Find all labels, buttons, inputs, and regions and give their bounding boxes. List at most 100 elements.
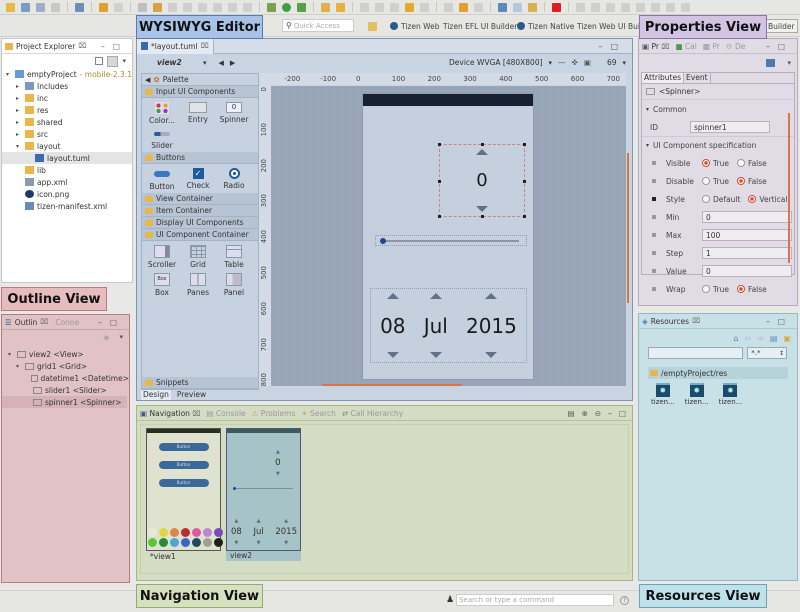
palette-group-display[interactable]: Display UI Components <box>142 217 258 229</box>
nav-thumb-view1[interactable]: Button Button Button <box>146 428 223 551</box>
tree-item[interactable]: ▸ Includes <box>2 80 132 92</box>
palette-group-buttons[interactable]: Buttons <box>142 152 258 164</box>
align-right-icon[interactable] <box>606 2 615 12</box>
collapsed-icon[interactable]: ▸ <box>16 119 22 126</box>
align-center-icon[interactable] <box>591 2 600 12</box>
resume-icon[interactable] <box>213 2 222 12</box>
editor-tab-layout[interactable]: *layout.tuml ⌧ <box>137 38 214 54</box>
resource-file[interactable]: ✸ tizen... <box>719 383 742 406</box>
device-selector[interactable]: Device WVGA [480X800] <box>449 58 543 67</box>
command-input[interactable]: Search or type a command <box>456 594 615 606</box>
palette-header[interactable]: ◀ ✿ Palette <box>142 74 258 86</box>
minimize-maximize-icons[interactable]: –□ <box>101 42 128 51</box>
perspective-builder-active[interactable]: Builder <box>765 19 798 33</box>
year-up-icon[interactable] <box>485 293 498 299</box>
perspective-tizen-web[interactable]: Tizen Web <box>390 19 439 33</box>
run-icon[interactable] <box>282 2 291 12</box>
palette-item-radio[interactable]: Radio <box>216 168 252 191</box>
min-field[interactable]: 0 <box>702 211 792 223</box>
minimize-maximize-icons[interactable]: –□ <box>766 317 793 326</box>
fit-icon[interactable]: ▣ <box>584 58 591 67</box>
help-icon[interactable]: ? <box>620 595 630 605</box>
palette-item-entry[interactable]: Entry <box>180 102 216 125</box>
filter-icon[interactable]: ◆ <box>103 333 109 342</box>
style-radio-default[interactable]: Default <box>702 195 740 204</box>
undo2-icon[interactable] <box>459 2 468 12</box>
copy-icon[interactable] <box>444 2 453 12</box>
wrap-radio-true[interactable]: True <box>702 285 729 294</box>
view-selector[interactable]: view2 <box>157 58 197 67</box>
tab-problems[interactable]: ⚠ Problems <box>252 409 296 418</box>
section-ui-spec[interactable]: ▾ UI Component specification <box>642 136 794 154</box>
debug-icon[interactable] <box>153 2 162 12</box>
month-down-icon[interactable] <box>429 352 442 358</box>
perspective-tizen-web-ui[interactable]: Tizen Web UI Builder <box>577 19 641 33</box>
minimize-maximize-icons[interactable]: –□ <box>98 318 125 327</box>
outline-item[interactable]: datetime1 <Datetime> <box>2 372 129 384</box>
palette-item-check[interactable]: ✓ Check <box>180 168 216 191</box>
palette-item-scroller[interactable]: Scroller <box>144 245 180 269</box>
max-field[interactable]: 100 <box>702 229 792 241</box>
align-middle-icon[interactable] <box>636 2 645 12</box>
close-icon[interactable]: ⌧ <box>201 42 209 50</box>
canvas-hscrollbar[interactable] <box>322 384 462 386</box>
palette-item-spinner[interactable]: 0 Spinner <box>216 102 252 125</box>
paste-icon[interactable] <box>528 2 537 12</box>
copy2-icon[interactable] <box>513 2 522 12</box>
datetime-month[interactable]: Jul <box>424 289 448 362</box>
prev-view-icon[interactable]: ◀ <box>219 59 224 67</box>
zoom-dropdown-icon[interactable]: ▾ <box>622 59 626 67</box>
align-bottom-icon[interactable] <box>651 2 660 12</box>
properties-scrollbar[interactable] <box>788 113 790 263</box>
disable-radio-false[interactable]: False <box>736 177 767 186</box>
tab-event[interactable]: Event <box>684 73 711 83</box>
year-down-icon[interactable] <box>485 352 498 358</box>
delete-icon[interactable] <box>552 2 561 12</box>
step-field[interactable]: 1 <box>702 247 792 259</box>
forward-icon[interactable]: ⇨ <box>757 334 764 343</box>
view-menu-icon[interactable]: ▾ <box>122 57 126 65</box>
tab-preview[interactable]: Preview <box>177 390 206 400</box>
terminate-icon[interactable] <box>243 2 252 12</box>
canvas-scrollbar[interactable] <box>626 73 631 386</box>
redo-icon[interactable] <box>114 2 123 12</box>
visible-radio-false[interactable]: False <box>736 159 767 168</box>
run-config-icon[interactable] <box>297 2 306 12</box>
spinner-down-icon[interactable] <box>476 206 488 212</box>
tab-console[interactable]: ▤ Console <box>206 409 245 418</box>
quick-access-input[interactable]: ⚲ Quick Access <box>282 19 354 32</box>
settings-icon[interactable] <box>267 2 276 12</box>
expanded-icon[interactable]: ▾ <box>16 363 22 370</box>
tree-item[interactable]: app.xml <box>2 176 132 188</box>
tree-item[interactable]: ▸ res <box>2 104 132 116</box>
palette-item-table[interactable]: Table <box>216 245 252 269</box>
collapsed-icon[interactable]: ▸ <box>16 95 22 102</box>
minimize-maximize-icons[interactable]: –□ <box>598 42 626 51</box>
collapse-palette-icon[interactable]: ◀ <box>145 76 150 84</box>
nav-up-icon[interactable] <box>375 2 384 12</box>
build-icon[interactable] <box>75 2 84 12</box>
expanded-icon[interactable]: ▾ <box>8 351 14 358</box>
spinner-up-icon[interactable] <box>476 149 488 155</box>
minimize-maximize-icons[interactable]: –□ <box>766 42 793 51</box>
tab-connections[interactable]: Conne <box>55 318 79 327</box>
open-folder-icon[interactable]: ▣ <box>783 334 791 343</box>
datetime-widget[interactable]: 08 Jul 2015 <box>370 288 527 363</box>
spinner-widget[interactable]: 0 <box>438 143 526 218</box>
slider-thumb[interactable] <box>380 238 386 244</box>
minimize-icon[interactable]: – <box>608 409 612 418</box>
palette-group-ui-container[interactable]: UI Component Container <box>142 229 258 241</box>
tree-item[interactable]: ▾ layout <box>2 140 132 152</box>
back-icon[interactable] <box>390 2 399 12</box>
center-icon[interactable]: ✜ <box>572 58 578 67</box>
close-icon[interactable]: ⌧ <box>692 317 700 325</box>
close-icon[interactable]: ⌧ <box>78 42 86 50</box>
palette-group-item-container[interactable]: Item Container <box>142 205 258 217</box>
redo2-icon[interactable] <box>474 2 483 12</box>
tree-item[interactable]: layout.tuml <box>2 152 132 164</box>
cut-icon[interactable] <box>498 2 507 12</box>
palette-item-grid[interactable]: Grid <box>180 245 216 269</box>
zoom-out-icon[interactable]: — <box>558 58 566 67</box>
close-icon[interactable]: ⌧ <box>192 410 200 418</box>
slider-widget[interactable] <box>375 235 527 246</box>
